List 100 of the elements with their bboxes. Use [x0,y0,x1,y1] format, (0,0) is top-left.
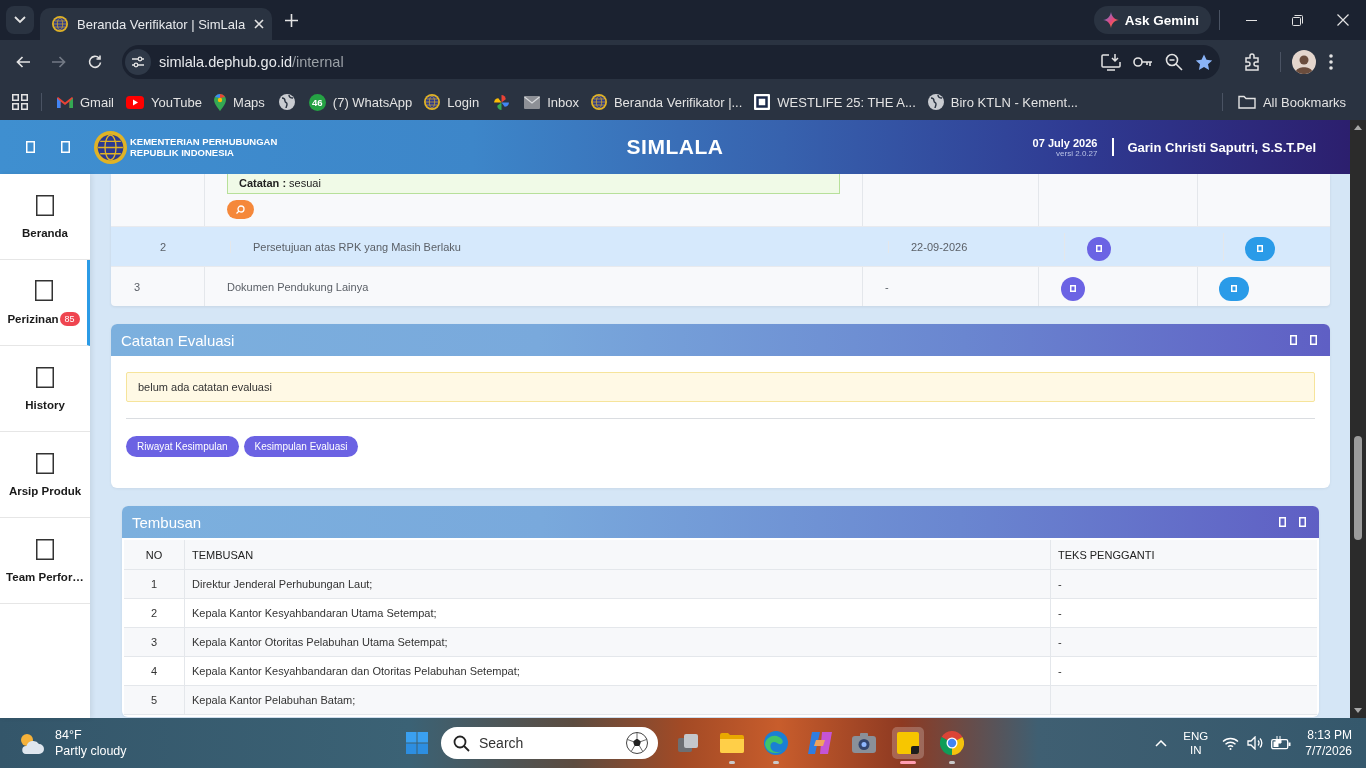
bookmark[interactable]: Login [418,89,486,115]
bookmark[interactable]: WESTLIFE 25: THE A... [748,89,922,115]
soccer-ball-icon [626,732,648,754]
close-icon[interactable] [1337,14,1349,26]
emblem-icon [590,94,607,110]
bookmark[interactable]: Gmail [51,89,120,115]
wifi-icon[interactable] [1222,736,1240,750]
bookmark[interactable]: Maps [208,89,271,115]
star-icon[interactable] [1195,53,1213,71]
table-cell-text: 1 [149,577,159,592]
temperature-text: 84°F [55,727,83,743]
square-icon[interactable] [26,141,35,153]
plus-icon[interactable] [285,13,298,27]
battery-icon[interactable] [1271,736,1292,750]
table-cell: - [862,267,1038,306]
language-indicator[interactable]: ENG IN [1183,729,1209,757]
card-title: Catatan Evaluasi [121,331,235,349]
key-icon[interactable] [1133,56,1153,68]
action-button[interactable] [1061,276,1085,301]
square-icon[interactable] [1310,335,1317,345]
scroll-up-icon[interactable] [1354,125,1362,130]
all-bookmarks-button[interactable]: All Bookmarks [1231,89,1352,115]
table-cell: Direktur Jenderal Perhubungan Laut; [184,570,1050,598]
weather-condition: Partly cloudy [55,743,127,759]
apps-grid-icon[interactable] [12,94,28,110]
table-cell: Kepala Kantor Otoritas Pelabuhan Utama Setempat; [184,628,1050,656]
table-cell: Kepala Kantor Kesyahbandaran Utama Setempat; [184,599,1050,627]
square-icon [36,452,54,474]
column-header: TEKS PENGGANTI [1050,540,1317,569]
camera-icon[interactable] [852,733,876,753]
forward-arrow-icon[interactable] [52,56,66,68]
column-header: TEMBUSAN [184,540,1050,569]
square-logo-icon [754,94,771,110]
back-arrow-icon[interactable] [16,56,30,68]
close-icon[interactable] [254,19,265,29]
zoom-out-icon[interactable] [1165,53,1183,71]
square-icon [34,279,53,301]
count-badge: 85 [59,311,80,326]
action-button[interactable] [1219,276,1249,301]
header-date: 07 July 2026 [1032,136,1098,149]
browser-tab[interactable]: Beranda Verifikator | SimLala [40,8,272,40]
square-icon [36,366,54,388]
avatar-icon[interactable] [1292,50,1316,74]
start-icon[interactable] [406,732,428,754]
folder-icon[interactable] [720,733,744,753]
play-icon [125,95,144,109]
ask-gemini-button[interactable]: Ask Gemini [1093,6,1211,34]
tab-search-button[interactable] [6,6,34,34]
square-icon [36,194,54,216]
reload-icon[interactable] [88,55,102,69]
puzzle-icon[interactable] [1244,53,1262,71]
scrollbar-thumb[interactable] [1354,436,1362,540]
table-cell: - [1050,570,1317,598]
organization-name: KEMENTERIAN PERHUBUNGAN REPUBLIK INDONESIA [130,136,278,158]
user-name[interactable]: Garin Christi Saputri, S.S.T.Pel [1127,139,1316,155]
table-cell-text: 4 [149,664,159,679]
emblem-icon [424,94,441,110]
square-icon[interactable] [1299,517,1306,527]
table-cell-text: 2 [159,240,168,253]
table-cell: - [1050,628,1317,656]
square-icon[interactable] [1279,517,1286,527]
table-cell: Kepala Kantor Kesyahbandaran dan Otoritas Pelabuhan Setempat; [184,657,1050,685]
app-title: SIMLALA [626,135,724,159]
evaluation-button[interactable]: Riwayat Kesimpulan [126,436,239,457]
square-icon[interactable] [1290,335,1297,345]
address-bar[interactable]: simlala.dephub.go.id/internal [122,45,1220,79]
evaluation-button[interactable]: Kesimpulan Evaluasi [243,436,359,457]
search-field[interactable]: Search [441,727,658,759]
column-header: NO [144,547,164,563]
action-button[interactable] [1087,236,1111,261]
scrollbar[interactable] [1350,120,1366,718]
bookmark[interactable]: Beranda Verifikator |... [584,89,749,115]
menu-icon[interactable] [1329,54,1333,70]
restore-icon[interactable] [1291,14,1303,26]
emblem-logo-icon [94,130,127,164]
chevron-up-icon[interactable] [1155,739,1168,747]
envelope-icon [524,95,541,109]
clock[interactable]: 8:13 PM 7/7/2026 [1305,727,1352,759]
empty-notice: belum ada catatan evaluasi [126,372,1315,402]
site-settings-icon[interactable] [125,49,151,75]
note-alert: Catatan : sesuai [227,174,840,194]
bookmark[interactable]: Biro KTLN - Kement... [921,89,1084,115]
globe-icon[interactable] [278,94,295,110]
pinwheel-icon[interactable] [493,93,511,111]
sparkle-icon [1102,12,1119,28]
speaker-icon[interactable] [1247,736,1264,750]
monitor-download-icon[interactable] [1101,53,1121,71]
search-icon [236,205,245,214]
bookmark[interactable]: 46 (7) WhatsApp [302,89,419,115]
bookmark[interactable]: Inbox [518,89,585,115]
scroll-down-icon[interactable] [1354,708,1362,713]
table-cell-text: 3 [133,279,142,295]
minimize-icon[interactable] [1245,19,1257,21]
bookmark[interactable]: YouTube [119,89,209,115]
table-cell-text: 3 [149,635,159,650]
table-cell: - [1050,657,1317,685]
table-cell-text: 5 [149,693,159,708]
square-icon [36,538,54,560]
square-icon[interactable] [61,141,70,153]
action-button[interactable] [1245,236,1275,261]
